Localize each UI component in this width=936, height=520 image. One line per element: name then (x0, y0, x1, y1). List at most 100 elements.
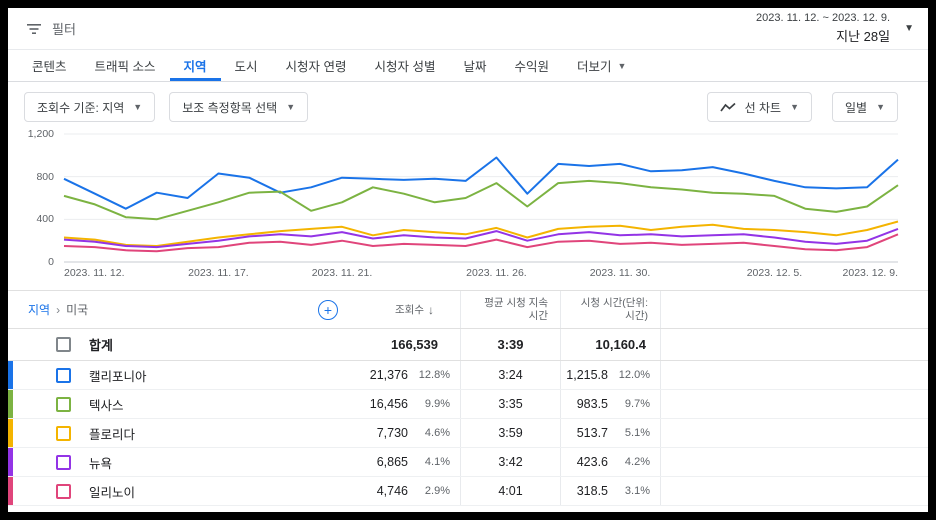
table-row[interactable]: 플로리다 7,730 4.6% 3:59 513.7 5.1% (8, 419, 928, 448)
row-checkbox[interactable] (56, 396, 71, 412)
watch-time-value: 1,215.8 (566, 368, 608, 382)
views-value: 16,456 (369, 397, 408, 411)
views-value: 4,746 (376, 484, 408, 498)
secondary-metric-dropdown[interactable]: 보조 측정항목 선택 ▼ (169, 92, 309, 122)
chevron-down-icon: ▼ (133, 102, 143, 112)
row-color-strip (8, 419, 13, 447)
top-bar: 필터 2023. 11. 12. ~ 2023. 12. 9. 지난 28일 ▼ (8, 8, 928, 50)
tab-date[interactable]: 날짜 (450, 50, 501, 81)
column-header-avg-duration[interactable]: 평균 시청 지속 시간 (460, 291, 560, 328)
row-checkbox[interactable] (56, 454, 71, 470)
avg-duration-value: 3:24 (498, 368, 523, 382)
watch-time-value: 318.5 (576, 484, 608, 498)
primary-dimension-dropdown[interactable]: 조회수 기준: 지역 ▼ (24, 92, 156, 122)
watch-time-percent: 12.0% (618, 369, 650, 381)
tab-viewer-gender[interactable]: 시청자 성별 (361, 50, 450, 81)
chevron-down-icon: ▼ (617, 60, 627, 71)
interval-dropdown[interactable]: 일별 ▼ (831, 92, 898, 122)
avg-duration-value: 3:42 (498, 455, 523, 469)
views-percent: 9.9% (424, 398, 450, 410)
views-value: 6,865 (376, 455, 408, 469)
secondary-metric-label: 보조 측정항목 선택 (182, 100, 278, 115)
watch-time-percent: 9.7% (624, 398, 650, 410)
chevron-down-icon: ▼ (876, 102, 885, 112)
filter-button[interactable]: 필터 (26, 19, 76, 38)
row-label: 합계 (89, 338, 113, 353)
chevron-down-icon: ▼ (904, 23, 914, 34)
views-percent: 4.1% (424, 456, 450, 468)
views-value: 166,539 (391, 337, 438, 352)
avg-duration-value: 4:01 (498, 484, 523, 498)
tab-more[interactable]: 더보기 ▼ (563, 50, 640, 81)
tab-cities[interactable]: 도시 (221, 50, 272, 81)
date-range-selector[interactable]: 2023. 11. 12. ~ 2023. 12. 9. 지난 28일 ▼ (756, 12, 914, 45)
watch-time-value: 10,160.4 (595, 337, 646, 352)
row-color-strip (8, 361, 13, 389)
tab-traffic-source[interactable]: 트래픽 소스 (81, 50, 170, 81)
row-checkbox[interactable] (56, 425, 71, 441)
table-row[interactable]: 캘리포니아 21,376 12.8% 3:24 1,215.8 12.0% (8, 361, 928, 390)
views-percent: 12.8% (418, 369, 450, 381)
table-row[interactable]: 텍사스 16,456 9.9% 3:35 983.5 9.7% (8, 390, 928, 419)
tab-geography[interactable]: 지역 (170, 50, 221, 81)
x-axis-label: 2023. 11. 12. (64, 267, 125, 279)
breadcrumb-current: 미국 (66, 303, 89, 317)
breadcrumb-root-link[interactable]: 지역 (28, 301, 50, 318)
column-header-views[interactable]: 조회수 ↓ (344, 291, 460, 328)
row-color-strip (8, 390, 13, 418)
table-row[interactable]: 일리노이 4,746 2.9% 4:01 318.5 3.1% (8, 477, 928, 506)
y-axis-label: 800 (36, 170, 54, 183)
primary-dimension-label: 조회수 기준: 지역 (37, 100, 125, 115)
plot-area[interactable] (63, 133, 899, 263)
row-label: 뉴욕 (89, 456, 113, 471)
add-comparison-button[interactable]: + (318, 299, 338, 320)
chevron-down-icon: ▼ (790, 102, 799, 112)
chart-controls: 조회수 기준: 지역 ▼ 보조 측정항목 선택 ▼ 선 차트 ▼ 일별 ▼ (8, 82, 928, 130)
x-axis-label: 2023. 11. 21. (311, 267, 373, 279)
line-chart-icon (719, 102, 736, 112)
x-axis-label: 2023. 11. 26. (466, 267, 527, 279)
watch-time-value: 983.5 (576, 397, 608, 411)
tab-content[interactable]: 콘텐츠 (18, 50, 81, 81)
watch-time-value: 513.7 (576, 426, 608, 440)
row-label: 일리노이 (89, 485, 136, 500)
watch-time-value: 423.6 (576, 455, 608, 469)
avg-duration-value: 3:35 (498, 397, 523, 411)
date-range-text: 2023. 11. 12. ~ 2023. 12. 9. (756, 12, 891, 24)
tab-revenue-source[interactable]: 수익원 (501, 50, 564, 81)
table-header: 지역 › 미국 + 조회수 ↓ 평균 시청 지속 시간 시청 시간(단위: 시간… (8, 291, 928, 329)
regions-table: 지역 › 미국 + 조회수 ↓ 평균 시청 지속 시간 시청 시간(단위: 시간… (8, 290, 928, 506)
row-color-strip (8, 477, 13, 505)
analytics-panel: 필터 2023. 11. 12. ~ 2023. 12. 9. 지난 28일 ▼… (8, 8, 928, 512)
filter-label: 필터 (52, 22, 76, 37)
chart-line (63, 179, 899, 221)
chart-type-label: 선 차트 (744, 100, 782, 115)
sort-descending-icon: ↓ (428, 302, 434, 317)
y-axis-label: 1,200 (27, 128, 54, 140)
row-checkbox[interactable] (56, 367, 71, 383)
views-percent: 2.9% (424, 485, 450, 497)
avg-duration-value: 3:59 (498, 426, 523, 440)
breadcrumb-separator-icon: › (56, 302, 61, 317)
watch-time-percent: 4.2% (624, 456, 650, 468)
row-label: 캘리포니아 (89, 369, 147, 384)
tab-viewer-age[interactable]: 시청자 연령 (272, 50, 361, 81)
row-checkbox[interactable] (56, 483, 71, 499)
column-header-watch-time[interactable]: 시청 시간(단위: 시간) (560, 291, 660, 328)
x-axis: 2023. 11. 12. 2023. 11. 17. 2023. 11. 21. 2… (64, 264, 898, 284)
total-checkbox[interactable] (56, 337, 71, 352)
views-value: 21,376 (369, 368, 408, 382)
table-row[interactable]: 뉴욕 6,865 4.1% 3:42 423.6 4.2% (8, 448, 928, 477)
row-color-strip (8, 448, 13, 476)
interval-label: 일별 (844, 100, 868, 115)
y-axis-label: 0 (48, 256, 54, 268)
row-label: 플로리다 (89, 427, 136, 442)
y-axis-label: 400 (36, 213, 54, 226)
breadcrumb: 지역 › 미국 (28, 301, 88, 318)
avg-duration-value: 3:39 (497, 337, 524, 352)
dimension-tab-bar: 콘텐츠 트래픽 소스 지역 도시 시청자 연령 시청자 성별 날짜 수익원 더보… (8, 50, 928, 82)
chart-type-dropdown[interactable]: 선 차트 ▼ (706, 92, 812, 122)
x-axis-label: 2023. 11. 17. (188, 267, 249, 279)
date-preset-text: 지난 28일 (836, 29, 891, 44)
chart-line (63, 156, 899, 210)
